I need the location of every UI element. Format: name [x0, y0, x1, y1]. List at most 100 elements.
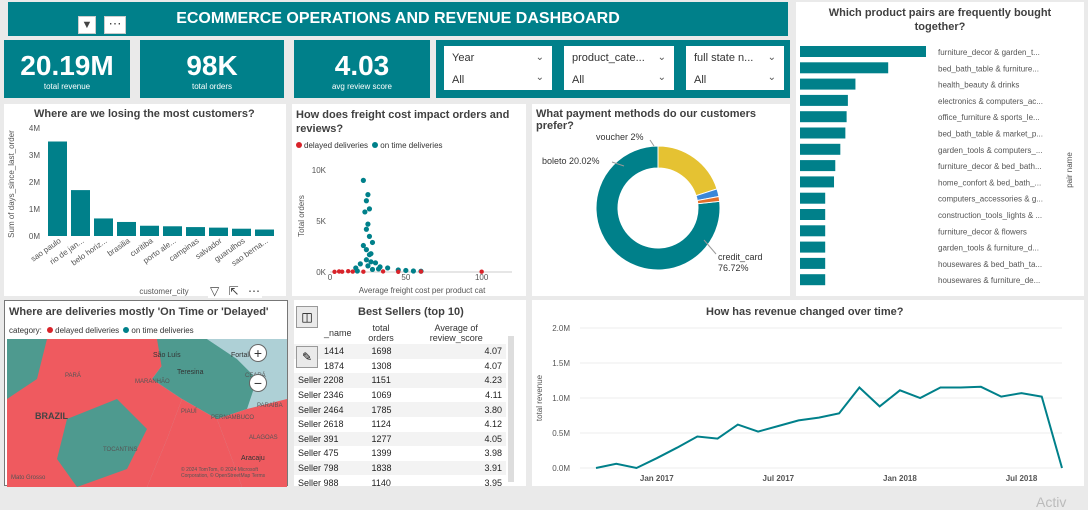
column-header[interactable]: Average of review_score	[406, 322, 506, 344]
table-row[interactable]: Seller 2346 1069 4.11	[294, 388, 506, 403]
bar-label: office_furniture & sports_le...	[938, 113, 1040, 122]
map-label-paraiba: PARAÍBA	[257, 403, 283, 409]
map-header-icons: ▽ ⇱ ⋯	[208, 284, 262, 298]
freight-scatter-chart: 10K 5K 0K0 50 100 Average freight cost per pr…	[297, 166, 512, 295]
bar	[48, 141, 67, 236]
column-header[interactable]: total orders	[356, 322, 407, 344]
table-scrollbar[interactable]	[508, 336, 514, 482]
bar-label: furniture_decor & garden_t...	[938, 48, 1040, 57]
more-options-icon[interactable]: ⋯	[104, 16, 126, 34]
filter-icon[interactable]: ▼	[78, 16, 96, 34]
bar	[800, 127, 846, 139]
slicer-title: product_cate...	[572, 52, 645, 64]
year-slicer[interactable]: Year ⌄ All ⌄	[444, 46, 552, 90]
chart-type-icon[interactable]: ◫	[296, 306, 318, 328]
map-label-brazil: BRAZIL	[35, 411, 68, 421]
x-tick-label: 50	[401, 273, 410, 282]
bar-label: electronics & computers_ac...	[938, 97, 1043, 106]
kpi-value: 20.19M	[20, 50, 114, 81]
table-cell: Seller 391	[298, 433, 339, 444]
map-label-aracaju: Aracaju	[241, 455, 265, 462]
table-row[interactable]: 1414 1698 4.07	[294, 344, 506, 359]
table-cell: 1698	[371, 346, 392, 357]
chevron-down-icon: ⌄	[767, 52, 776, 63]
scatter-point	[380, 269, 386, 274]
y-tick-label: 4M	[29, 124, 40, 133]
map-label-para: PARÁ	[65, 373, 81, 379]
table-cell: 1151	[371, 375, 391, 386]
product-category-slicer[interactable]: product_cate... ⌄ All ⌄	[564, 46, 674, 90]
table-cell: 4.07	[484, 360, 502, 371]
scatter-point	[366, 252, 373, 258]
table-cell: Seller 988	[298, 477, 339, 488]
x-axis-label: Average freight cost per product cat	[359, 286, 486, 295]
table-row[interactable]: Seller 391 1277 4.05	[294, 431, 506, 447]
scatter-point	[365, 263, 371, 269]
scatter-point	[372, 260, 379, 266]
bar	[186, 227, 205, 236]
legend-dot-ontime	[123, 327, 130, 333]
x-tick-label: Jan 2018	[883, 474, 917, 483]
y-axis-label: pair name	[1065, 152, 1074, 188]
scatter-point	[360, 177, 366, 183]
table-cell: 3.98	[484, 448, 502, 459]
slicer-value: All	[452, 74, 465, 86]
format-brush-icon[interactable]: ✎	[296, 346, 318, 368]
bar	[71, 190, 90, 236]
focus-mode-icon[interactable]: ⇱	[229, 284, 239, 298]
table-cell: 3.80	[484, 404, 502, 415]
bar	[255, 229, 274, 236]
kpi-label: total revenue	[43, 82, 91, 91]
map-legend: category: delayed deliveries on time del…	[9, 326, 194, 335]
y-tick-label: 1M	[29, 205, 40, 214]
filter-icon[interactable]: ▽	[210, 284, 219, 298]
kpi-label: avg review score	[331, 82, 393, 91]
x-tick-label: Jul 2018	[1006, 474, 1038, 483]
y-tick-label: 0.0M	[552, 464, 570, 473]
state-slicer[interactable]: full state n... ⌄ All ⌄	[686, 46, 784, 90]
scatter-point	[350, 269, 355, 274]
bar	[800, 160, 836, 172]
donut-slice	[657, 145, 718, 197]
table-row[interactable]: Seller 2208 1151 4.23	[294, 373, 506, 388]
zoom-out-button[interactable]: −	[249, 374, 267, 392]
y-tick-label: 1.5M	[552, 359, 570, 368]
bar	[800, 257, 826, 269]
scatter-point	[363, 257, 369, 263]
bar	[800, 78, 856, 90]
map-attribution: © 2024 TomTom, © 2024 Microsoft Corporat…	[181, 467, 266, 479]
table-cell: Seller 2618	[298, 419, 344, 430]
chevron-down-icon: ⌄	[657, 52, 666, 63]
scatter-point	[365, 221, 371, 227]
scatter-point	[385, 265, 391, 271]
slicer-value: All	[572, 74, 585, 86]
scatter-point	[369, 266, 376, 273]
table-row[interactable]: Seller 2618 1124 4.12	[294, 417, 506, 432]
more-options-icon[interactable]: ⋯	[248, 284, 260, 298]
table-row[interactable]: Seller 798 1838 3.91	[294, 460, 506, 476]
x-tick-label: 100	[475, 273, 489, 282]
table-cell: 1277	[371, 433, 392, 444]
scatter-point	[354, 268, 360, 274]
y-axis-label: total revenue	[535, 374, 544, 421]
bar-label: furniture_decor & flowers	[938, 227, 1027, 236]
table-row[interactable]: Seller 2464 1785 3.80	[294, 402, 506, 417]
table-row[interactable]: Seller 475 1399 3.98	[294, 446, 506, 461]
bar	[800, 209, 826, 220]
credit-card-label: credit_card	[718, 252, 763, 262]
best-sellers-panel: Best Sellers (top 10) _name total orders…	[294, 300, 526, 488]
scatter-point	[362, 209, 368, 215]
table-cell: 1069	[371, 390, 392, 401]
table-cell: 1140	[371, 477, 391, 488]
product-pairs-panel: Which product pairs are frequently bough…	[796, 2, 1084, 296]
lost-customers-chart: 4M3M2M1M0Msao paulorio de jan...belo hor…	[7, 124, 274, 296]
table-row[interactable]: Seller 988 1140 3.95	[294, 475, 506, 490]
table-row[interactable]: 1874 1308 4.07	[294, 359, 506, 374]
table-cell: Seller 2208	[298, 375, 344, 386]
map-label-mato-grosso: Mato Grosso	[11, 475, 46, 481]
zoom-in-button[interactable]: +	[249, 344, 267, 362]
y-tick-label: 5K	[316, 217, 326, 226]
scatter-point	[403, 267, 409, 274]
best-sellers-table: _name total orders Average of review_sco…	[294, 322, 506, 490]
x-axis-label: customer_city	[139, 287, 188, 296]
